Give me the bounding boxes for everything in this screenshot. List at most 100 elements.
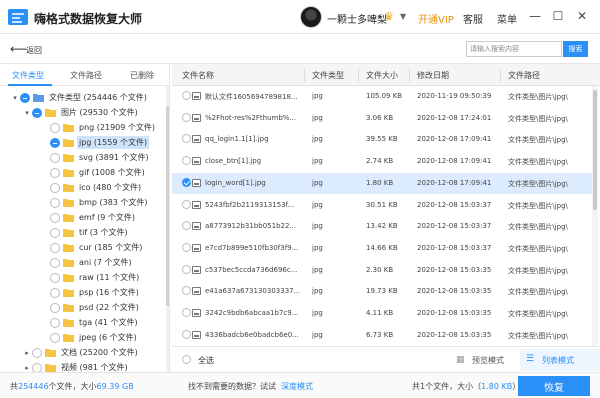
expand-caret-icon[interactable]: ▾ [22, 109, 32, 117]
tree-item[interactable]: ▸ 视频 (981 个文件) [22, 360, 130, 372]
tree-item-checkbox[interactable] [50, 302, 60, 313]
tree-item-checkbox[interactable] [50, 272, 60, 283]
tree-item-checkbox[interactable] [32, 347, 42, 358]
row-checkbox[interactable] [182, 242, 191, 252]
tree-item[interactable]: ▾ 图片 (29530 个文件) [22, 105, 140, 120]
column-divider[interactable] [358, 68, 359, 82]
tree-item-checkbox[interactable] [50, 317, 60, 328]
back-arrow-icon[interactable]: ⟵ [10, 42, 27, 56]
search-input[interactable] [466, 41, 562, 57]
table-row[interactable]: qq_login1.1[1].jpg jpg 39.55 KB 2020-12-08 … [172, 129, 592, 150]
tree-item-checkbox[interactable] [50, 182, 60, 193]
expand-caret-icon[interactable]: ▾ [10, 94, 20, 102]
row-checkbox[interactable] [182, 112, 191, 122]
table-row[interactable]: 5243fbf2b2119313153f... jpg 30.51 KB 2020-1… [172, 195, 592, 216]
row-checkbox[interactable] [182, 91, 191, 100]
row-checkbox[interactable] [182, 177, 191, 187]
list-view-icon[interactable]: ☰ [526, 354, 534, 364]
open-vip-link[interactable]: 开通VIP [418, 11, 454, 26]
table-row[interactable]: 4336badcb6e0badcb6e0... jpg 6.73 KB 2020-12… [172, 325, 592, 346]
tree-item-checkbox[interactable] [50, 212, 60, 223]
tree-item-checkbox[interactable] [50, 242, 60, 253]
preview-mode-button[interactable]: 预览模式 [472, 355, 504, 366]
list-mode-button[interactable]: 列表模式 [542, 355, 574, 366]
tree-item-checkbox[interactable] [50, 122, 60, 133]
tree-item[interactable]: psd (22 个文件) [40, 300, 141, 315]
tree-item[interactable]: tga (41 个文件) [40, 315, 140, 330]
table-row[interactable]: 3242c9bdb6abcaa1b7c9... jpg 4.11 KB 2020-12… [172, 303, 592, 324]
sidebar-scrollbar[interactable] [166, 86, 169, 372]
column-divider[interactable] [409, 68, 410, 82]
list-scrollbar[interactable] [592, 86, 598, 346]
menu-button[interactable]: 菜单 [497, 11, 517, 26]
collapse-caret-icon[interactable]: ▸ [22, 349, 32, 357]
tree-item[interactable]: ▾ 文件类型 (254446 个文件) [10, 90, 149, 105]
back-button[interactable]: 返回 [26, 45, 42, 56]
tree-item-checkbox[interactable] [50, 167, 60, 178]
row-checkbox[interactable] [182, 134, 191, 144]
tree-item[interactable]: bmp (383 个文件) [40, 195, 150, 210]
chevron-down-icon[interactable]: ▼ [400, 12, 406, 21]
table-row[interactable]: %2Fhot-res%2Fthumb%... jpg 3.06 KB 2020-12-… [172, 108, 592, 129]
tree-item-checkbox[interactable] [50, 152, 60, 163]
row-checkbox[interactable] [182, 199, 191, 209]
column-size[interactable]: 文件大小 [366, 70, 398, 81]
tree-item[interactable]: emf (9 个文件) [40, 210, 137, 225]
customer-service-link[interactable]: 客服 [463, 11, 483, 26]
tree-item-checkbox[interactable] [32, 362, 42, 372]
tree-item[interactable]: ▸ 文档 (25200 个文件) [22, 345, 140, 360]
table-row[interactable]: a8773912b31bb051b22... jpg 13.42 KB 2020-12… [172, 216, 592, 237]
tree-item-checkbox[interactable] [50, 227, 60, 238]
table-row[interactable]: e41a637a673130303337... jpg 19.73 KB 2020-1… [172, 281, 592, 302]
tree-item[interactable]: gif (1008 个文件) [40, 165, 147, 180]
close-icon[interactable]: ✕ [574, 8, 590, 24]
table-row[interactable]: close_btn[1].jpg jpg 2.74 KB 2020-12-08 17:… [172, 151, 592, 172]
tree-item[interactable]: psp (16 个文件) [40, 285, 141, 300]
column-type[interactable]: 文件类型 [312, 70, 344, 81]
row-checkbox[interactable] [182, 286, 191, 296]
tab-file-type[interactable]: 文件类型 [12, 70, 44, 81]
deep-scan-link[interactable]: 深度模式 [281, 381, 313, 392]
column-date[interactable]: 修改日期 [417, 70, 449, 81]
row-checkbox[interactable] [182, 329, 191, 339]
select-all-label[interactable]: 全选 [198, 355, 214, 366]
row-checkbox[interactable] [182, 308, 191, 317]
collapse-caret-icon[interactable]: ▸ [22, 364, 32, 372]
table-row[interactable]: 默认文件1605694789818... jpg 105.09 KB 2020-11-… [172, 86, 592, 107]
tree-item-checkbox[interactable] [20, 92, 30, 103]
tree-item-checkbox[interactable] [50, 137, 60, 148]
tree-item[interactable]: svg (3891 个文件) [40, 150, 151, 165]
select-all-checkbox[interactable] [182, 355, 191, 364]
minimize-icon[interactable]: — [527, 8, 543, 24]
tab-deleted[interactable]: 已删除 [130, 70, 154, 81]
table-row[interactable]: c537bec5ccda736d696c... jpg 2.30 KB 2020-12… [172, 260, 592, 281]
tree-item[interactable]: cur (185 个文件) [40, 240, 144, 255]
search-button[interactable]: 搜索 [563, 41, 588, 57]
tree-item[interactable]: ani (7 个文件) [40, 255, 134, 270]
tree-item[interactable]: png (21909 个文件) [40, 120, 157, 135]
grid-view-icon[interactable]: ▦ [456, 355, 465, 365]
column-divider[interactable] [304, 68, 305, 82]
list-scroll-thumb[interactable] [593, 90, 597, 210]
column-path[interactable]: 文件路径 [508, 70, 540, 81]
row-checkbox[interactable] [182, 221, 191, 231]
tree-item-checkbox[interactable] [50, 332, 60, 343]
avatar[interactable] [300, 6, 322, 28]
tab-file-path[interactable]: 文件路径 [70, 70, 102, 81]
maximize-icon[interactable]: ☐ [550, 8, 566, 24]
tree-item-checkbox[interactable] [50, 287, 60, 298]
user-name[interactable]: 一颗士多啤梨 [327, 11, 387, 26]
column-divider[interactable] [500, 68, 501, 82]
tree-item[interactable]: jpg (1559 个文件) [40, 135, 150, 150]
row-checkbox[interactable] [182, 264, 191, 274]
tree-item-checkbox[interactable] [32, 107, 42, 118]
row-checkbox[interactable] [182, 156, 191, 166]
tree-item[interactable]: jpeg (6 个文件) [40, 330, 139, 345]
recover-button[interactable]: 恢复 [518, 376, 590, 396]
tree-item-checkbox[interactable] [50, 257, 60, 268]
tree-item[interactable]: raw (11 个文件) [40, 270, 141, 285]
tree-item[interactable]: tif (3 个文件) [40, 225, 130, 240]
table-row[interactable]: e7cd7b899e510fb30f3f9... jpg 14.66 KB 2020-… [172, 238, 592, 259]
table-row[interactable]: login_word[1].jpg jpg 1.80 KB 2020-12-08 17… [172, 172, 592, 194]
sidebar-scroll-thumb[interactable] [166, 106, 169, 306]
